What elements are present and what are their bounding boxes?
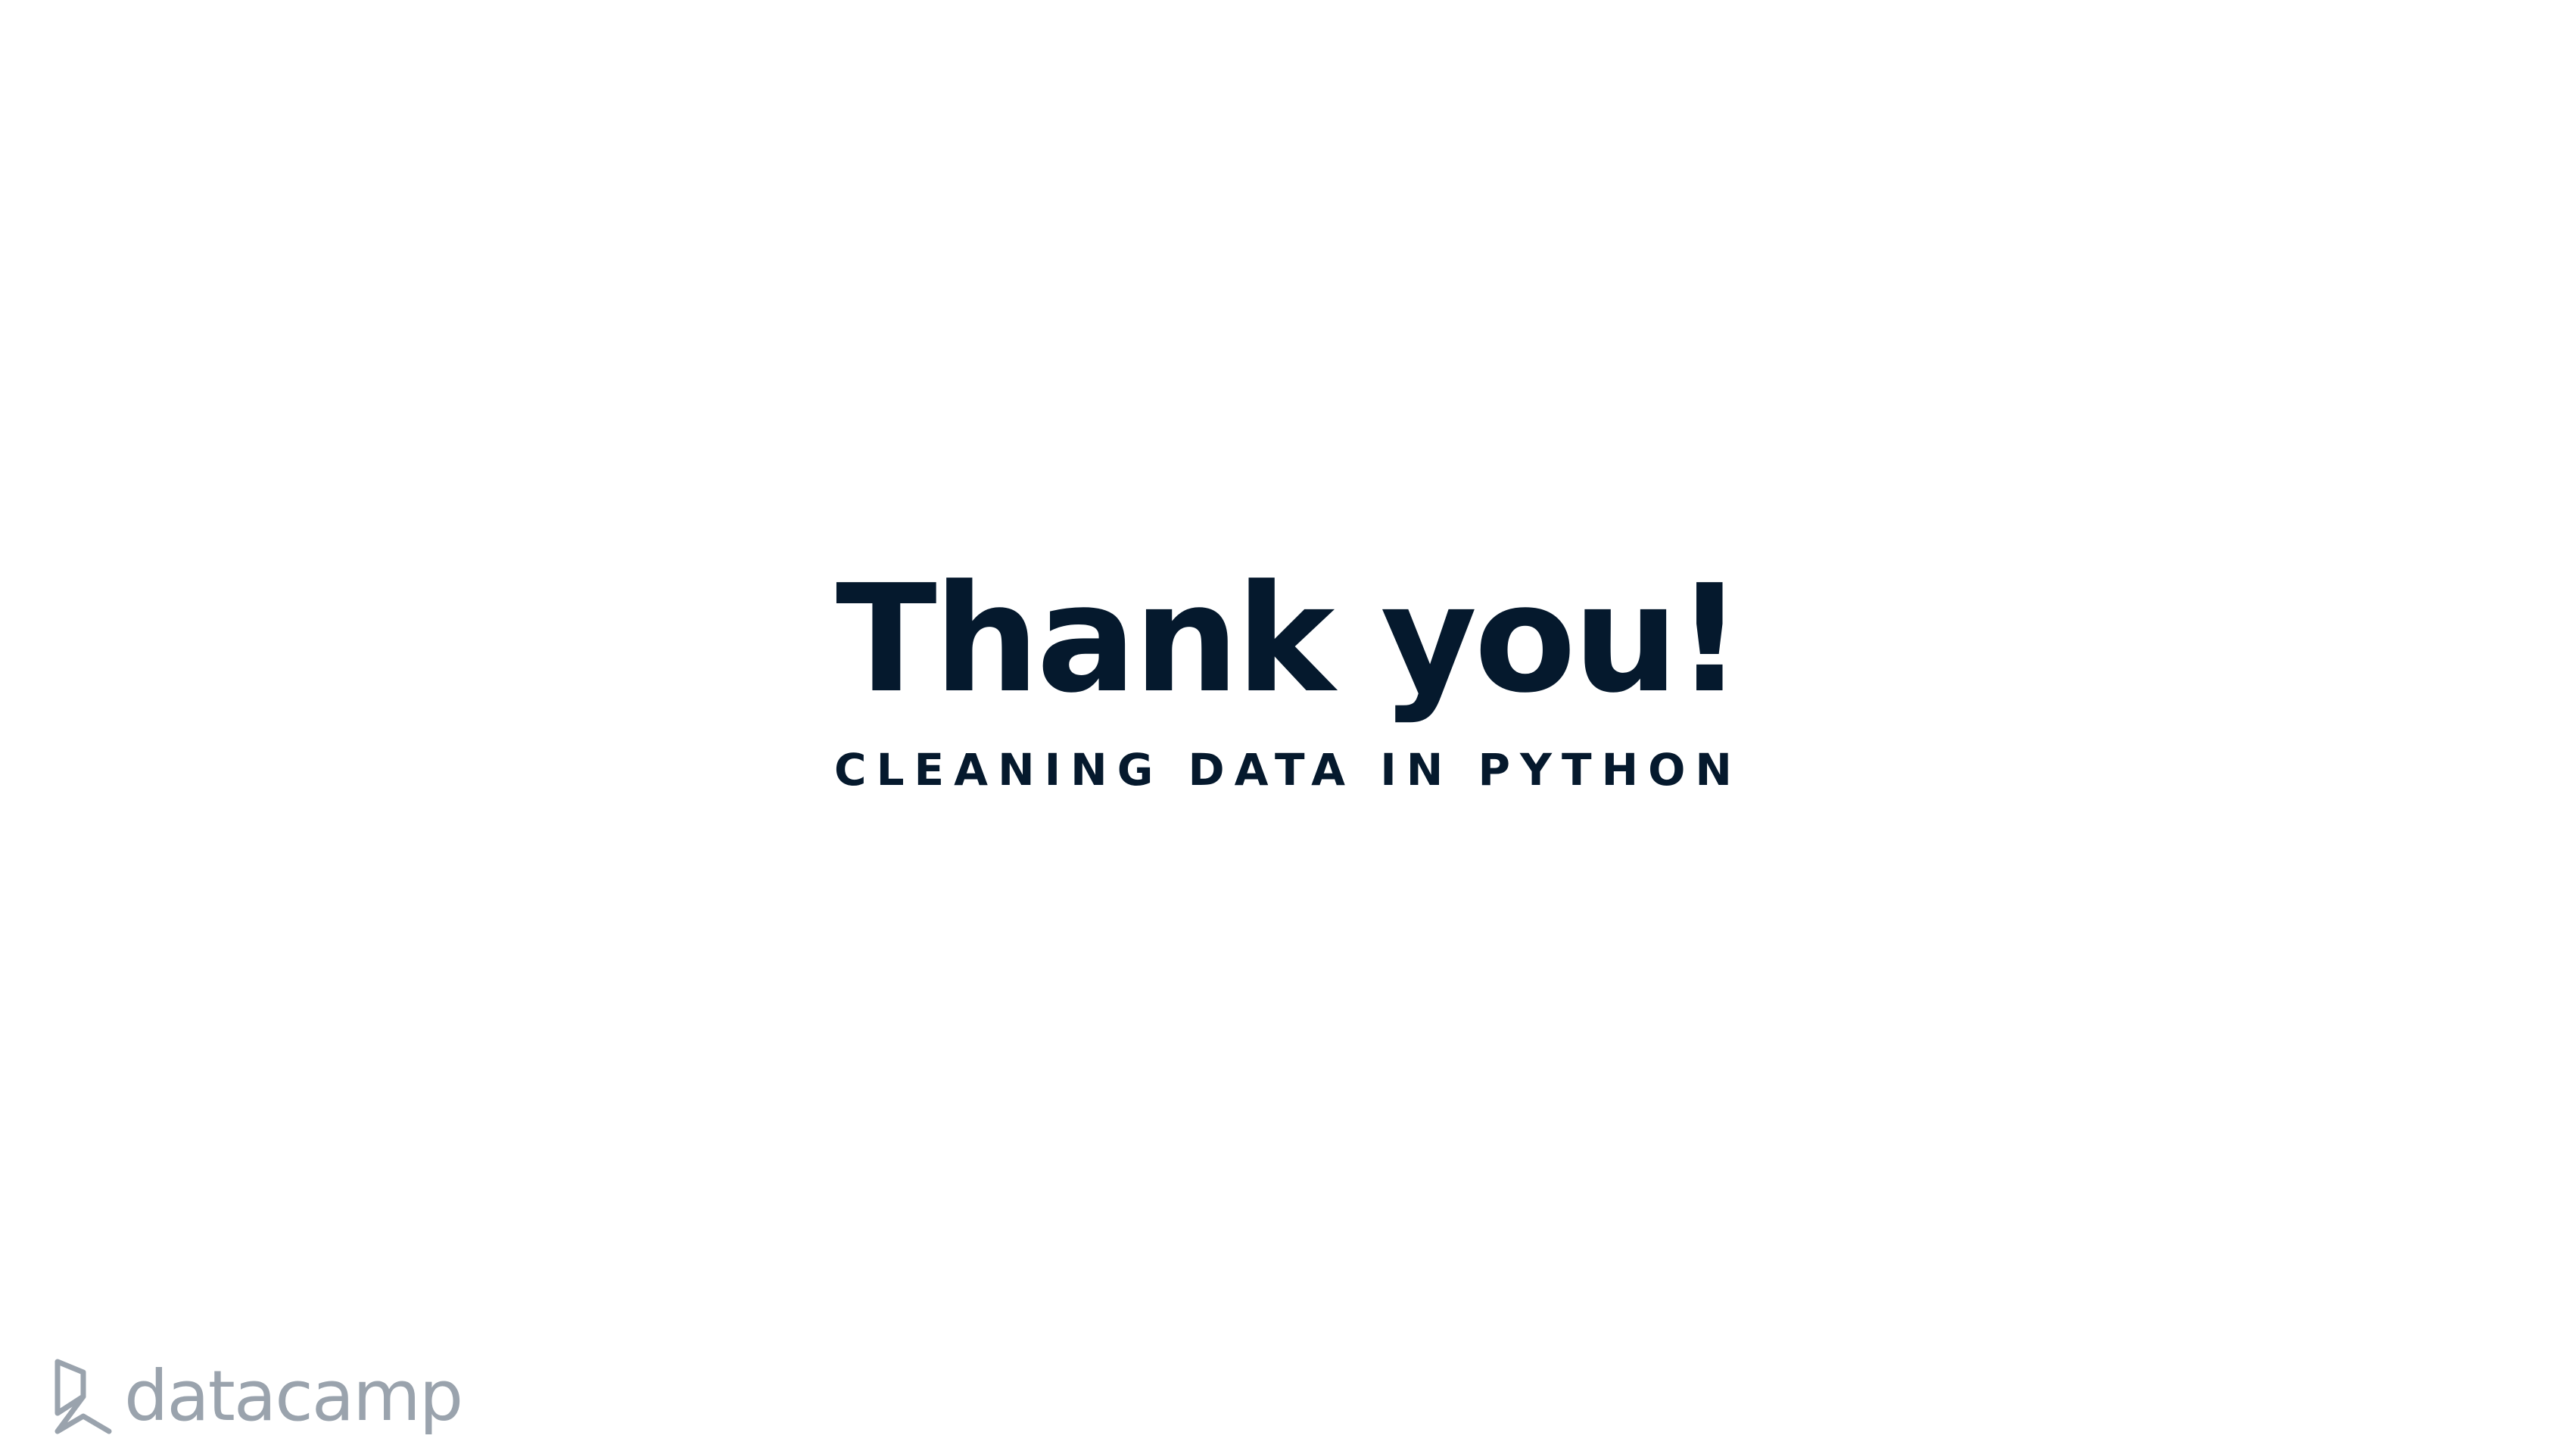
slide-title: Thank you! bbox=[836, 553, 1743, 726]
datacamp-logo-icon bbox=[55, 1359, 112, 1434]
slide-subtitle: CLEANING DATA IN PYTHON bbox=[834, 744, 1742, 796]
datacamp-logo-text: datacamp bbox=[124, 1356, 463, 1437]
slide: Thank you! CLEANING DATA IN PYTHON datac… bbox=[0, 0, 2576, 1451]
datacamp-logo: datacamp bbox=[53, 1355, 463, 1438]
